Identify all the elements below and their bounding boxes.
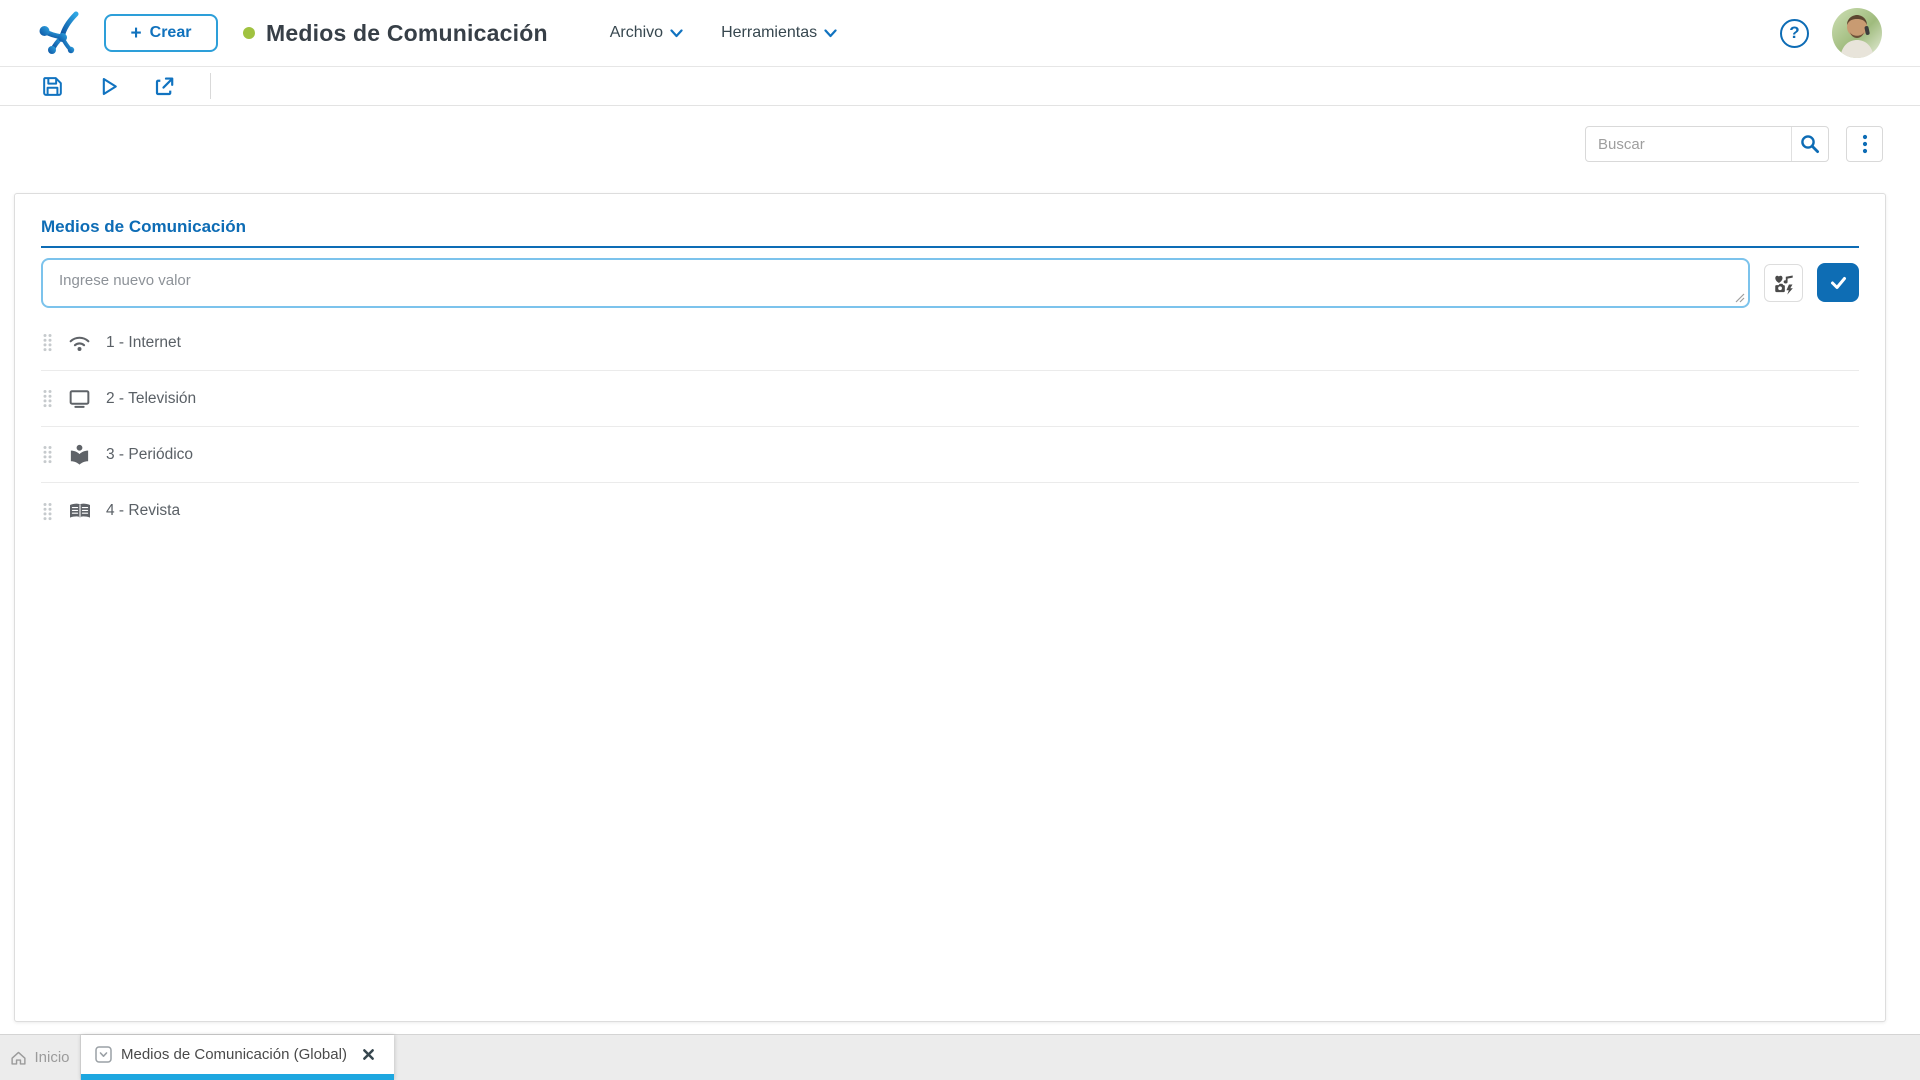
more-options-button[interactable] xyxy=(1846,126,1883,162)
confirm-add-button[interactable] xyxy=(1817,263,1859,302)
active-tab-indicator xyxy=(81,1074,394,1080)
list-item[interactable]: 4 - Revista xyxy=(41,483,1859,539)
app-header: + Crear Medios de Comunicación Archivo H… xyxy=(0,0,1920,67)
list-item[interactable]: 1 - Internet xyxy=(41,315,1859,371)
avatar-photo xyxy=(1832,8,1882,58)
search-box xyxy=(1585,126,1829,162)
search-input[interactable] xyxy=(1586,127,1791,161)
app-logo-icon[interactable] xyxy=(36,9,84,57)
newspaper-reader-icon xyxy=(67,443,92,466)
tab-active-label: Medios de Comunicación (Global) xyxy=(121,1046,347,1063)
help-glyph: ? xyxy=(1789,23,1799,43)
drag-handle-icon[interactable] xyxy=(42,333,54,352)
tab-active-list[interactable]: Medios de Comunicación (Global) xyxy=(81,1035,394,1080)
search-row xyxy=(0,106,1920,193)
insert-media-button[interactable] xyxy=(1764,264,1803,302)
drag-handle-icon[interactable] xyxy=(42,502,54,521)
list-item-label: 3 - Periódico xyxy=(106,446,193,464)
menu-archivo-label: Archivo xyxy=(610,24,663,42)
user-avatar[interactable] xyxy=(1832,8,1882,58)
menu-bar: Archivo Herramientas xyxy=(610,24,837,42)
export-icon[interactable] xyxy=(152,73,178,99)
chevron-down-icon xyxy=(670,29,683,38)
wifi-icon xyxy=(67,330,92,355)
list-heading: Medios de Comunicación xyxy=(41,217,1859,248)
list-item[interactable]: 2 - Televisión xyxy=(41,371,1859,427)
quick-toolbar xyxy=(0,67,1920,106)
menu-herramientas-label: Herramientas xyxy=(721,24,817,42)
list-item-label: 2 - Televisión xyxy=(106,390,196,408)
list-source-icon xyxy=(95,1046,112,1063)
magazine-book-icon xyxy=(67,499,92,523)
new-value-input[interactable] xyxy=(41,258,1750,308)
search-icon[interactable] xyxy=(1791,127,1828,161)
insert-media-icon xyxy=(1772,272,1795,295)
play-icon[interactable] xyxy=(96,73,122,99)
list-item-label: 1 - Internet xyxy=(106,334,181,352)
status-dot xyxy=(243,27,255,39)
new-value-row xyxy=(41,258,1859,308)
list-editor-card: Medios de Comunicación xyxy=(14,193,1886,1022)
save-icon[interactable] xyxy=(40,73,66,99)
menu-archivo[interactable]: Archivo xyxy=(610,24,683,42)
create-button-label: Crear xyxy=(150,24,192,42)
list-item-label: 4 - Revista xyxy=(106,502,180,520)
list-item[interactable]: 3 - Periódico xyxy=(41,427,1859,483)
menu-herramientas[interactable]: Herramientas xyxy=(721,24,837,42)
tab-home-label: Inicio xyxy=(34,1049,69,1066)
toolbar-separator xyxy=(210,73,211,99)
drag-handle-icon[interactable] xyxy=(42,389,54,408)
tv-icon xyxy=(67,386,92,411)
create-button[interactable]: + Crear xyxy=(104,14,218,52)
plus-icon: + xyxy=(131,24,142,43)
value-list: 1 - Internet 2 - Televi xyxy=(41,315,1859,539)
chevron-down-icon xyxy=(824,29,837,38)
home-icon xyxy=(10,1050,27,1066)
kebab-menu-icon xyxy=(1862,134,1868,154)
bottom-tabbar: Inicio Medios de Comunicación (Global) xyxy=(0,1034,1920,1080)
help-icon[interactable]: ? xyxy=(1780,19,1809,48)
page-title: Medios de Comunicación xyxy=(266,20,548,47)
drag-handle-icon[interactable] xyxy=(42,445,54,464)
checkmark-icon xyxy=(1828,272,1849,293)
close-tab-icon[interactable] xyxy=(361,1047,376,1062)
tab-home[interactable]: Inicio xyxy=(0,1035,81,1080)
